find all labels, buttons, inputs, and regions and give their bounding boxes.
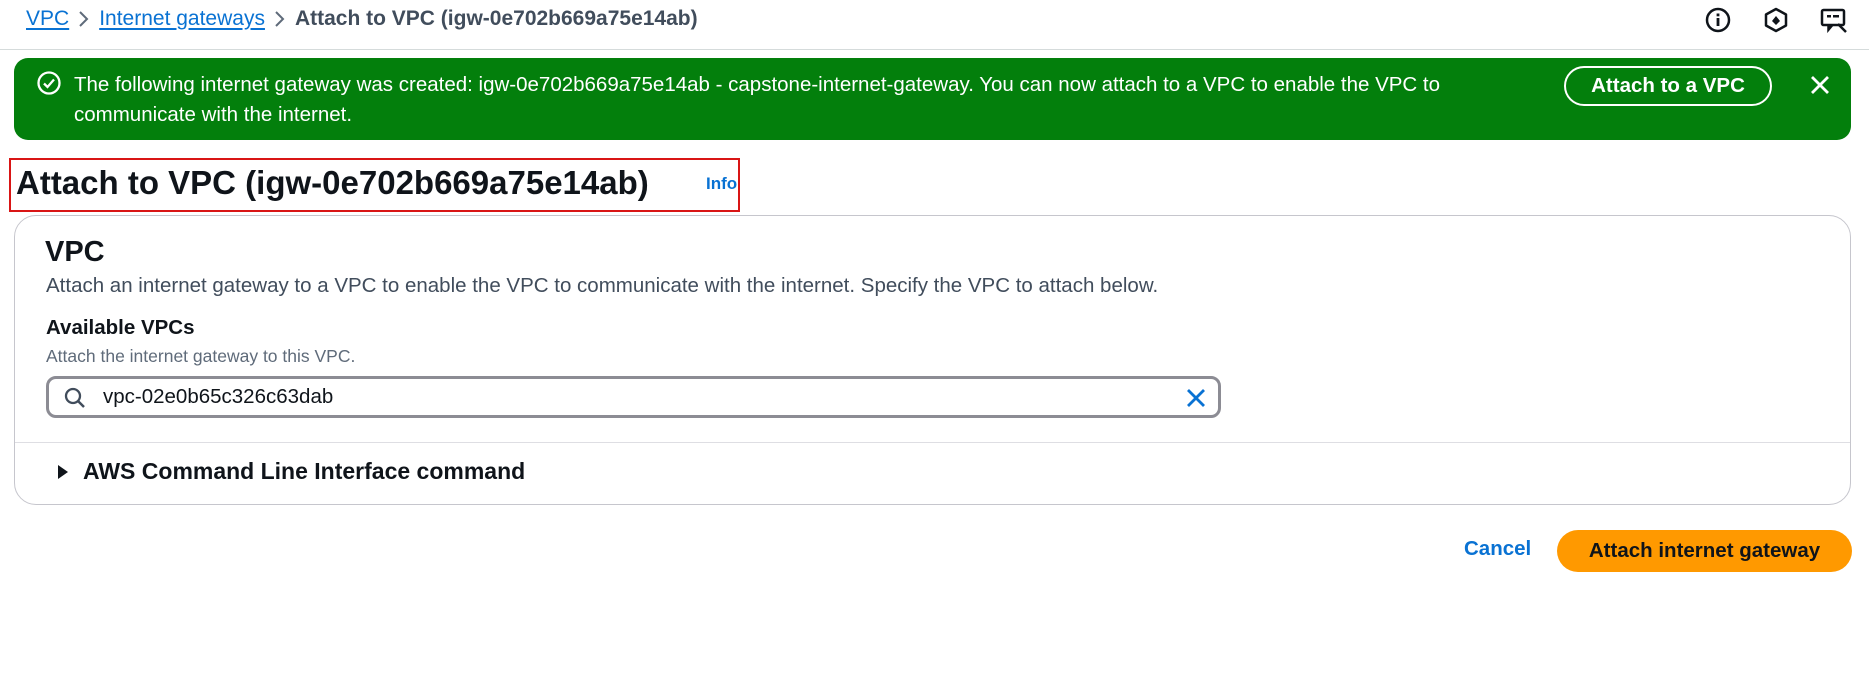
section-description: Attach an internet gateway to a VPC to e… (46, 274, 1159, 297)
cli-command-expander[interactable]: AWS Command Line Interface command (53, 458, 525, 485)
attach-internet-gateway-button[interactable]: Attach internet gateway (1557, 530, 1852, 572)
info-link[interactable]: Info (706, 174, 737, 194)
breadcrumb-current: Attach to VPC (igw-0e702b669a75e14ab) (294, 7, 698, 30)
page-title: Attach to VPC (igw-0e702b669a75e14ab) (16, 164, 649, 201)
page-header: Attach to VPC (igw-0e702b669a75e14ab) In… (9, 158, 740, 212)
section-title: VPC (45, 236, 105, 268)
vpc-autosuggest[interactable] (46, 376, 1221, 418)
cli-command-label: AWS Command Line Interface command (83, 458, 526, 484)
chevron-right-icon (265, 7, 295, 31)
feedback-screen-icon[interactable] (1819, 5, 1849, 35)
vpc-container: VPC Attach an internet gateway to a VPC … (14, 215, 1851, 505)
vpc-search-input[interactable] (103, 381, 1123, 413)
close-icon[interactable] (1804, 69, 1836, 101)
clear-icon[interactable] (1182, 384, 1210, 412)
caret-right-icon (53, 462, 73, 482)
cancel-button[interactable]: Cancel (1456, 532, 1539, 566)
success-flash-banner: The following internet gateway was creat… (14, 58, 1851, 140)
available-vpcs-description: Attach the internet gateway to this VPC. (46, 346, 356, 366)
info-circle-icon[interactable] (1703, 5, 1733, 35)
breadcrumb-internet-gateways-link[interactable]: Internet gateways (99, 7, 265, 31)
breadcrumb: VPC Internet gateways Attach to VPC (igw… (26, 4, 698, 34)
flash-message: The following internet gateway was creat… (74, 73, 1441, 126)
check-circle-icon (36, 70, 62, 96)
breadcrumb-vpc-link[interactable]: VPC (26, 7, 69, 31)
chevron-right-icon (69, 7, 99, 31)
attach-to-vpc-button[interactable]: Attach to a VPC (1564, 66, 1772, 106)
top-icons (1703, 5, 1849, 35)
settings-hexagon-icon[interactable] (1761, 5, 1791, 35)
divider (15, 442, 1850, 443)
search-icon (63, 386, 87, 410)
available-vpcs-label: Available VPCs (46, 316, 195, 339)
top-bar: VPC Internet gateways Attach to VPC (igw… (0, 0, 1869, 50)
